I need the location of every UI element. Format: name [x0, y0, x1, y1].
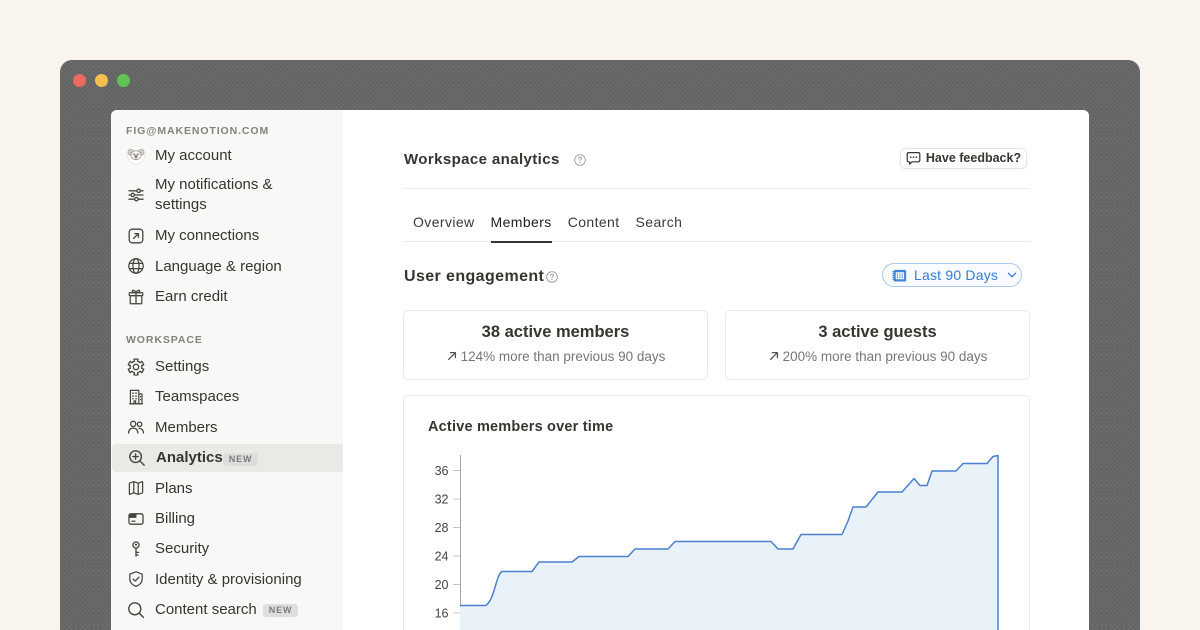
svg-text:28: 28	[435, 521, 449, 535]
svg-text:16: 16	[435, 607, 449, 621]
svg-text:36: 36	[435, 464, 449, 478]
svg-text:32: 32	[435, 493, 449, 507]
svg-text:24: 24	[435, 550, 449, 564]
svg-text:20: 20	[435, 578, 449, 592]
